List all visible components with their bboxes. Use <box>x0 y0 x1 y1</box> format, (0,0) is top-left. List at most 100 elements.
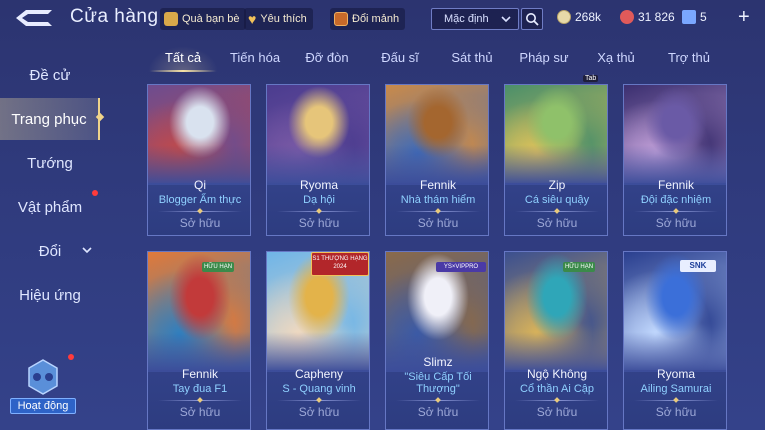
chevron-down-icon <box>501 16 511 23</box>
limited-badge: HỮU HẠN <box>202 262 234 272</box>
divider <box>277 400 361 401</box>
skin-name: Cá siêu quậy <box>524 194 590 206</box>
skin-card[interactable]: HỮU HẠN Ngộ Không Cổ thần Ai Cập Sở hữu <box>504 251 608 430</box>
tab-mage[interactable]: Pháp sư <box>509 44 579 72</box>
collab-badge: YS×VIPPRO <box>436 262 486 272</box>
art-fade <box>505 332 607 372</box>
hero-name: Qi <box>194 178 206 192</box>
hero-name: Capheny <box>294 367 344 381</box>
hero-name: Ryoma <box>299 178 338 192</box>
skin-name: Đội đặc nhiệm <box>640 194 712 206</box>
category-tabs: Tất cả Tiến hóa Đỡ đòn Đấu sĩ Sát thủ Ph… <box>148 44 728 72</box>
friend-gift-button[interactable]: Quà bạn bè <box>160 8 246 30</box>
tab-assassin[interactable]: Sát thủ <box>437 44 507 72</box>
gem-amount: 31 826 <box>638 10 675 24</box>
sidebar-item-label: Đổi <box>38 242 62 260</box>
skin-card[interactable]: Ryoma Dạ hội Sở hữu <box>266 84 370 236</box>
sort-dropdown[interactable]: Mặc định <box>431 8 519 30</box>
collab-badge: SNK <box>680 260 716 272</box>
heart-icon: ♥ <box>248 11 257 27</box>
divider <box>396 211 480 212</box>
sidebar-item-label: Hiệu ứng <box>19 286 81 304</box>
events-button[interactable]: Hoạt động <box>10 354 76 416</box>
skin-name: S - Quang vinh <box>282 383 356 395</box>
search-button[interactable] <box>521 8 543 30</box>
back-arrow-icon <box>16 10 52 26</box>
art-fade <box>624 332 726 372</box>
voucher-currency: 5 <box>682 10 707 24</box>
hero-name: Fennik <box>657 178 695 192</box>
active-tab-underline <box>150 70 216 72</box>
shard-exchange-button[interactable]: Đổi mảnh <box>330 8 406 30</box>
skin-name: Cổ thần Ai Cập <box>520 383 594 395</box>
divider <box>634 400 718 401</box>
sidebar-item-skins[interactable]: Trang phục <box>0 98 105 140</box>
voucher-icon <box>682 10 696 24</box>
divider <box>515 211 599 212</box>
tab-label: Đấu sĩ <box>381 50 419 65</box>
tab-label: Tất cả <box>164 50 202 65</box>
tab-support[interactable]: Trợ thủ <box>654 44 724 72</box>
gold-currency: 268k <box>557 10 601 24</box>
events-emblem-icon <box>28 359 58 395</box>
divider <box>634 211 718 212</box>
sidebar-item-label: Vật phẩm <box>17 198 83 216</box>
tab-all[interactable]: Tất cả <box>148 44 218 72</box>
owned-status: Sở hữu <box>417 216 459 230</box>
tab-hint-badge: Tab <box>583 75 599 82</box>
skin-card[interactable]: Fennik Đội đặc nhiệm Sở hữu <box>623 84 727 236</box>
shard-exchange-label: Đổi mảnh <box>352 13 400 25</box>
favorites-label: Yêu thích <box>260 13 307 25</box>
events-label: Hoạt động <box>10 398 76 414</box>
sidebar-item-label: Đề cử <box>29 66 71 84</box>
owned-status: Sở hữu <box>655 216 697 230</box>
skin-card[interactable]: Fennik Nhà thám hiểm Sở hữu <box>385 84 489 236</box>
sidebar-item-items[interactable]: Vật phẩm <box>0 187 100 227</box>
tab-label: Đỡ đòn <box>305 50 349 65</box>
skin-card[interactable]: SNK Ryoma Ailing Samurai Sở hữu <box>623 251 727 430</box>
skin-card[interactable]: S1 THƯỢNG HẠNG 2024 Capheny S - Quang vi… <box>266 251 370 430</box>
add-currency-button[interactable]: + <box>738 7 750 27</box>
tab-label: Sát thủ <box>451 50 493 65</box>
divider <box>515 400 599 401</box>
owned-status: Sở hữu <box>536 405 578 419</box>
tab-evolution[interactable]: Tiến hóa <box>220 44 290 72</box>
skin-card[interactable]: Zip Cá siêu quậy Sở hữu <box>504 84 608 236</box>
tab-label: Xạ thủ <box>597 50 635 65</box>
hero-name: Fennik <box>181 367 219 381</box>
back-button[interactable] <box>12 6 56 30</box>
sidebar-item-heroes[interactable]: Tướng <box>0 143 100 183</box>
page-title: Cửa hàng <box>70 6 159 27</box>
tab-tank[interactable]: Đỡ đòn <box>292 44 362 72</box>
art-fade <box>148 332 250 372</box>
skin-card[interactable]: YS×VIPPRO Slimz "Siêu Cấp Tối Thượng" Sở… <box>385 251 489 430</box>
limited-badge: HỮU HẠN <box>563 262 595 272</box>
sidebar-item-effects[interactable]: Hiệu ứng <box>0 275 100 315</box>
shard-exchange-icon <box>334 12 348 26</box>
tab-label: Tiến hóa <box>229 50 281 65</box>
owned-status: Sở hữu <box>298 216 340 230</box>
skin-name: Blogger Ẩm thực <box>158 194 242 206</box>
sidebar-item-exchange[interactable]: Đổi <box>0 231 100 271</box>
skin-card[interactable]: Qi Blogger Ẩm thực Sở hữu <box>147 84 251 236</box>
hero-name: Slimz <box>423 355 453 369</box>
gold-amount: 268k <box>575 10 602 24</box>
divider <box>158 211 242 212</box>
tab-marksman[interactable]: Xạ thủ <box>581 44 651 72</box>
skin-card[interactable]: HỮU HẠN Fennik Tay đua F1 Sở hữu <box>147 251 251 430</box>
top-bar: Cửa hàng Quà bạn bè ♥ Yêu thích Đổi mảnh… <box>0 0 765 36</box>
skin-name: Nhà thám hiểm <box>400 194 476 206</box>
hero-name: Zip <box>548 178 566 192</box>
tab-fighter[interactable]: Đấu sĩ <box>365 44 435 72</box>
hero-name: Ryoma <box>656 367 695 381</box>
favorites-button[interactable]: ♥ Yêu thích <box>244 8 313 30</box>
sidebar-item-recommended[interactable]: Đề cử <box>0 55 100 95</box>
owned-status: Sở hữu <box>179 216 221 230</box>
hero-name: Ngộ Không <box>526 367 588 381</box>
chevron-down-icon <box>82 247 92 254</box>
tab-label: Pháp sư <box>519 50 569 65</box>
rank-badge: S1 THƯỢNG HẠNG 2024 <box>311 252 369 276</box>
owned-status: Sở hữu <box>298 405 340 419</box>
gift-icon <box>164 12 178 26</box>
skin-grid: Qi Blogger Ẩm thực Sở hữu Ryoma Dạ hội S… <box>147 84 727 430</box>
